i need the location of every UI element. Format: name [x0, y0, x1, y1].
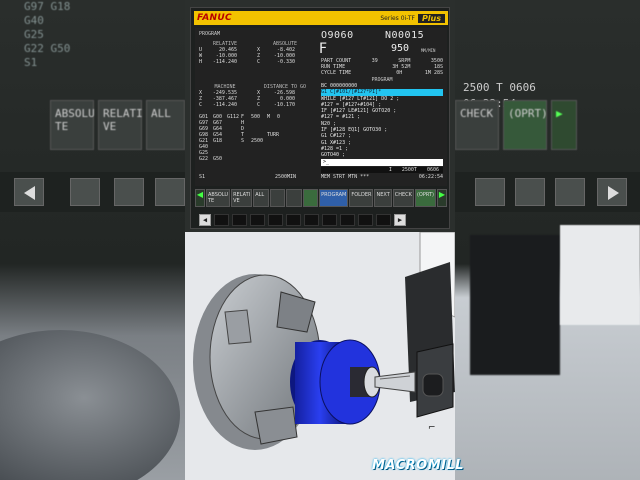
blank-key[interactable] [250, 214, 265, 226]
relative-block: RELATIVE U 20.465 W -10.000 H -114.240 [199, 41, 251, 65]
blank-key[interactable] [322, 214, 337, 226]
feed-value: 950 [391, 43, 410, 54]
axis-row: H -114.240 [199, 59, 237, 65]
feed-unit: MM/MIN [421, 48, 436, 53]
cnc-bezel: FANUC Series 0i-TF Plus PROGRAM O9060 N0… [190, 7, 450, 229]
softkey-row: ◀ ABSOLU TE RELATI VE ALL PROGRAM FOLDER NEXT… [195, 189, 447, 207]
softkey[interactable] [269, 189, 286, 207]
absolute-block: ABSOLUTE X -8.402 Z -10.000 C -0.330 [257, 41, 313, 65]
softkey[interactable]: CHECK [392, 189, 414, 207]
bg-key [555, 178, 585, 206]
left-arrow-key-icon[interactable]: ◀ [199, 214, 211, 226]
svg-text:⌐: ⌐ [428, 423, 436, 433]
bg-key [70, 178, 100, 206]
blank-key[interactable] [232, 214, 247, 226]
cnc-screen: PROGRAM O9060 N00015 RELATIVE U 20.465 W-… [195, 28, 447, 186]
brand-bar: FANUC Series 0i-TF Plus [194, 11, 448, 25]
bg-key [515, 178, 545, 206]
modal-code-cell [267, 156, 277, 162]
bg-chuck-blur [0, 330, 180, 480]
counters: PART COUNT 39 SRPM 3500 RUN TIME 3H 52M 18S C… [321, 58, 443, 76]
bg-box-blur [560, 225, 640, 325]
program-listing[interactable]: BC 000000000 G1 C[#101/[#127*PI]* WHILE [#… [321, 83, 443, 165]
mode-status: MEM STRT MTN *** [321, 174, 370, 180]
softkey[interactable] [302, 189, 319, 207]
axis-row: C -0.330 [257, 59, 295, 65]
bg-next-arrow-icon: ▶ [551, 100, 577, 150]
axis-row: C -114.240 [199, 102, 237, 108]
softkey[interactable]: (OPRT) [414, 189, 436, 207]
bg-all-button: ALL [146, 100, 185, 150]
modal-code-cell [251, 156, 267, 162]
program-number: O9060 [321, 30, 354, 41]
sequence-number: N00015 [385, 30, 425, 41]
background-left: G97 G18 G40 G25 G22 G50 S1 ABSOLU TE REL… [0, 0, 185, 480]
softkey[interactable]: NEXT [374, 189, 392, 207]
right-arrow-key-icon[interactable]: ▶ [394, 214, 406, 226]
clock: 06:22:54 [418, 174, 443, 180]
axis-row: C -10.170 [257, 102, 295, 108]
softkey[interactable]: ALL [253, 189, 269, 207]
watermark-logo: MACROMILL [372, 458, 465, 473]
blank-key[interactable] [376, 214, 391, 226]
command-prompt: >_ [323, 159, 330, 165]
modal-code-cell [241, 156, 251, 162]
fanuc-logo: FANUC [197, 13, 232, 23]
softkey-next-icon[interactable]: ▶ [436, 189, 447, 207]
modal-codes-table: G01 G00 G112 F 500 M 0 G97 G67 H G69 G64 D G98 G54 T TUR… [199, 114, 314, 162]
bg-key [114, 178, 144, 206]
blank-key[interactable] [358, 214, 373, 226]
softkey[interactable]: PROGRAM [319, 189, 349, 207]
blank-key[interactable] [304, 214, 319, 226]
bg-relative-button: RELATI VE [98, 100, 143, 150]
command-bar: I 2500T 0606 [321, 167, 443, 173]
bg-left-arrow-icon [14, 178, 44, 206]
series-label: Series 0i-TF [380, 14, 415, 22]
machine-block: MACHINE X -249.535 Z -387.467 C -114.240 [199, 84, 251, 108]
bg-tool-blur [470, 235, 560, 375]
bg-oprt-button: (OPRT) [503, 100, 548, 150]
blank-key[interactable] [268, 214, 283, 226]
plus-badge: Plus [417, 13, 445, 23]
modal-code-cell [227, 156, 241, 162]
bg-absolute-button: ABSOLU TE [50, 100, 95, 150]
feed-letter: F [319, 41, 328, 57]
softkey[interactable]: FOLDER [349, 189, 374, 207]
modal-code-row: G22 G50 [199, 156, 314, 162]
spindle-label: S1 [199, 174, 206, 180]
command-input[interactable]: >_ [321, 159, 443, 166]
modal-code-cell [277, 156, 287, 162]
modal-code-cell: G22 [199, 156, 209, 162]
screen-title: PROGRAM [199, 31, 221, 37]
blank-key[interactable] [286, 214, 301, 226]
bg-right-arrow-icon [597, 178, 627, 206]
nav-keys: ◀ ▶ [191, 211, 451, 229]
machining-simulation: ⌐ [185, 232, 455, 480]
softkey-prev-icon[interactable]: ◀ [195, 189, 205, 207]
softkey[interactable]: ABSOLU TE [206, 189, 231, 207]
blank-key[interactable] [340, 214, 355, 226]
bg-key [475, 178, 505, 206]
bg-key [155, 178, 185, 206]
bg-check-button: CHECK [455, 100, 499, 150]
blank-key[interactable] [214, 214, 229, 226]
counter-row: CYCLE TIME 0H 1M 28S [321, 70, 443, 76]
cnc-panel: FANUC Series 0i-TF Plus PROGRAM O9060 N0… [185, 0, 455, 232]
bg-modal-codes: G97 G18 G40 G25 G22 G50 S1 [24, 0, 71, 69]
spindle-speed: 2500MIN [275, 174, 297, 180]
softkey[interactable]: RELATI VE [231, 189, 253, 207]
distance-block: DISTANCE TO GO X -26.598 Z 0.000 C -10.170 [257, 84, 313, 108]
modal-code-cell: G50 [213, 156, 223, 162]
lathe-scene-illustration: ⌐ [185, 232, 455, 480]
status-line: MEM STRT MTN *** 06:22:54 [321, 174, 443, 180]
softkey[interactable] [286, 189, 302, 207]
